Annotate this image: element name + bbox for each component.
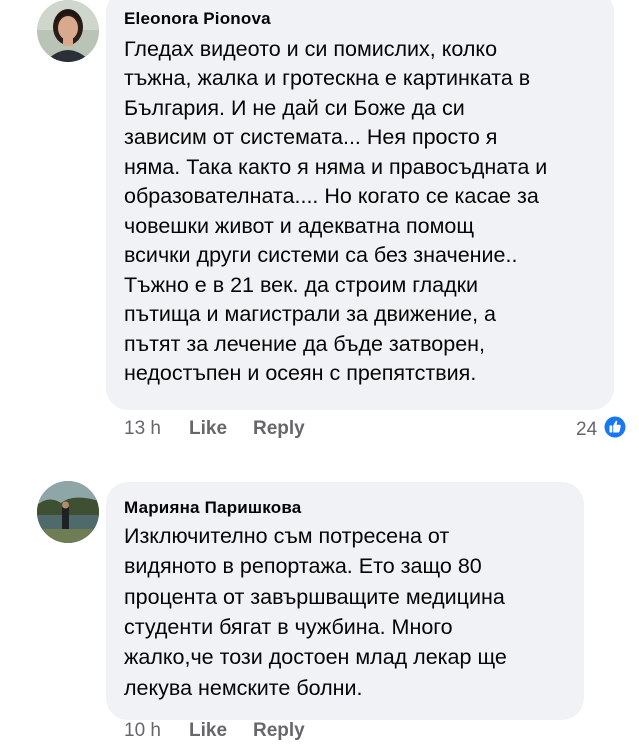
comment-text-line: Изключително съм потресена от xyxy=(124,524,450,548)
like-thumbs-up-icon xyxy=(603,415,627,444)
comment-timestamp[interactable]: 13 h xyxy=(124,418,161,440)
comment-text-line: пътища и магистрали за движение, а xyxy=(124,302,497,326)
comment-text-line: пътят за лечение да бъде затворен, xyxy=(124,332,486,356)
comment-text-line: няма. Така както я няма и правосъдната и xyxy=(124,155,548,179)
reply-button[interactable]: Reply xyxy=(253,720,305,742)
comment-2: Марияна Паришкова Изключително съм потре… xyxy=(0,470,639,754)
reply-button[interactable]: Reply xyxy=(253,418,305,440)
comment-text-line: България. И не дай си Боже да си xyxy=(124,96,465,120)
comment-text-line: лекува немските болни. xyxy=(124,676,363,700)
comment-text-line: видяното в репортажа. Ето защо 80 xyxy=(124,554,482,578)
comment-author[interactable]: Марияна Паришкова xyxy=(124,498,301,518)
comment-text-line: Тъжно е в 21 век. да строим гладки xyxy=(124,273,479,297)
comment-1: Eleonora Pionova Гледах видеото и си пом… xyxy=(0,0,639,460)
comment-text-line: човешки живот и адекватна помощ xyxy=(124,214,475,238)
reaction-summary[interactable]: 24 xyxy=(576,415,627,444)
comment-text-line: тъжна, жалка и гротескна е картинката в xyxy=(124,66,531,90)
comment-text-line: образователната.... Но когато се касае з… xyxy=(124,184,539,208)
reaction-count: 24 xyxy=(576,418,598,440)
comment-text-line: процента от завършващите медицина xyxy=(124,585,505,609)
avatar[interactable] xyxy=(37,0,99,62)
comment-text-line: недостъпен и осеян с препятствия. xyxy=(124,361,477,385)
comment-text-line: студенти бягат в чужбина. Много xyxy=(124,615,453,639)
comment-text-line: зависим от системата... Нея просто я xyxy=(124,125,498,149)
comment-timestamp[interactable]: 10 h xyxy=(124,720,161,742)
comment-text-line: всички други системи са без значение.. xyxy=(124,243,518,267)
like-button[interactable]: Like xyxy=(189,418,227,440)
comment-text-line: жалко,че този достоен млад лекар ще xyxy=(124,645,507,669)
comment-author[interactable]: Eleonora Pionova xyxy=(124,9,271,29)
like-button[interactable]: Like xyxy=(189,720,227,742)
avatar[interactable] xyxy=(37,481,99,543)
comment-text-line: Гледах видеото и си помислих, колко xyxy=(124,37,498,61)
